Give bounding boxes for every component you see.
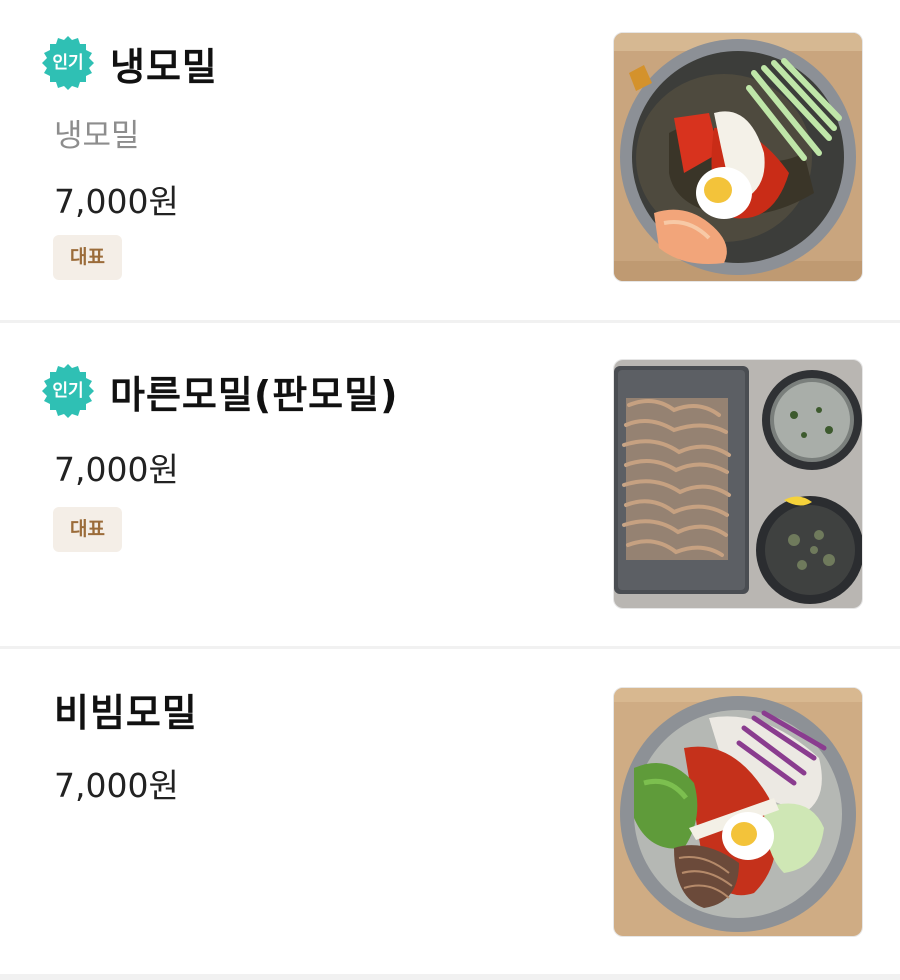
menu-item-naengmomil[interactable]: 인기 냉모밀 냉모밀 7,000원 대표 — [0, 0, 900, 320]
signature-tag: 대표 — [53, 507, 122, 552]
spicy-mixed-buckwheat-noodle-bowl-icon[interactable] — [613, 687, 863, 937]
title-row: 인기 냉모밀 — [40, 33, 218, 93]
popular-badge-label: 인기 — [52, 381, 84, 401]
popular-badge: 인기 — [40, 35, 96, 91]
menu-item-mareunmomil[interactable]: 인기 마른모밀(판모밀) 7,000원 대표 — [0, 323, 900, 643]
item-price: 7,000원 — [54, 182, 179, 221]
tray-buckwheat-noodles-icon[interactable] — [613, 359, 863, 609]
signature-tag: 대표 — [53, 235, 122, 280]
item-price: 7,000원 — [54, 450, 179, 489]
popular-badge: 인기 — [40, 363, 96, 419]
menu-item-bibimmomil[interactable]: 비빔모밀 7,000원 — [0, 649, 900, 974]
title-row: 인기 마른모밀(판모밀) — [40, 361, 398, 421]
bottom-separator — [0, 974, 900, 980]
item-description: 냉모밀 — [54, 118, 140, 154]
cold-buckwheat-noodle-bowl-icon[interactable] — [613, 32, 863, 282]
popular-badge-label: 인기 — [52, 53, 84, 73]
item-name: 비빔모밀 — [54, 690, 198, 735]
item-name: 냉모밀 — [110, 44, 218, 89]
item-name: 마른모밀(판모밀) — [110, 372, 399, 417]
menu-list: 인기 냉모밀 냉모밀 7,000원 대표 인기 마른모밀(판모밀) 7,000원… — [0, 0, 900, 980]
title-row: 비빔모밀 — [54, 679, 198, 739]
item-price: 7,000원 — [54, 766, 179, 805]
